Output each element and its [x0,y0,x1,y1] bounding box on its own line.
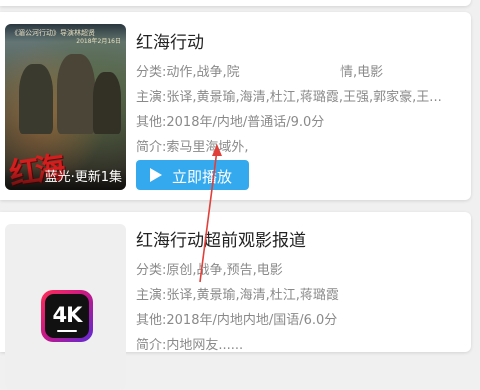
movie-other-info: 其他:2018年/内地/普通话/9.0分 [136,115,325,130]
movie-cast: 主演:张译,黄景瑜,海清,杜江,蒋璐霞,王强,郭家豪,王... [136,90,442,105]
redaction-overlay [256,56,340,80]
movie-cast: 主演:张译,黄景瑜,海清,杜江,蒋璐霞 [136,288,339,303]
app-icon-inner: 4K [45,294,89,338]
4k-app-icon: 4K [41,290,93,342]
play-button-label: 立即播放 [172,168,233,186]
video-thumbnail[interactable]: 4K [5,224,126,390]
poster-figure [57,54,95,134]
movie-poster[interactable]: 《湄公河行动》导演林超贤 2018年2月16日 红海 蓝光·更新1集 [5,24,126,190]
movie-category: 分类:原创,战争,预告,电影 [136,263,283,278]
play-icon [150,168,162,182]
app-icon-bar [57,330,77,332]
app-icon-label: 4K [52,303,83,327]
movie-title[interactable]: 红海行动超前观影报道 [136,226,306,251]
movie-other-info: 其他:2018年/内地内地/国语/6.0分 [136,313,338,328]
poster-header-sub: 2018年2月16日 [76,38,121,45]
poster-figure [93,72,121,134]
poster-caption: 蓝光·更新1集 [44,170,122,185]
movie-summary: 简介:索马里海域外, [136,140,249,155]
movie-category: 分类:动作,战争,院 [136,65,240,80]
poster-figure [19,64,53,134]
previous-card [0,0,471,6]
movie-category-tail: 情,电影 [340,65,384,80]
play-now-button[interactable]: 立即播放 [136,160,249,190]
movie-title[interactable]: 红海行动 [136,28,204,53]
